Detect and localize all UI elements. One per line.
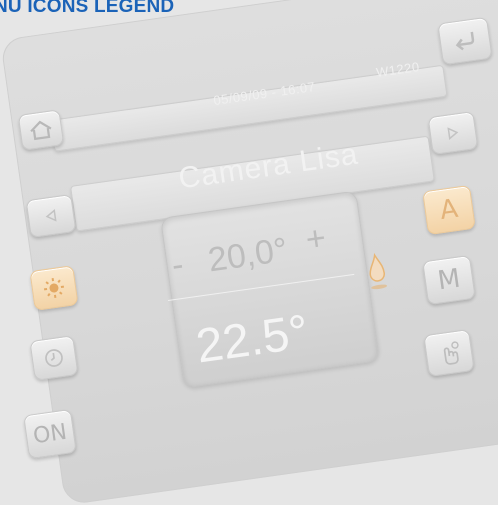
auto-mode-button[interactable]: A	[422, 185, 476, 235]
legend-title: NU ICONS LEGEND	[0, 0, 174, 18]
thermostat-screen: 05/09/09 - 16:07 W1220 Camera Lisa A	[0, 0, 498, 464]
back-button[interactable]	[437, 17, 492, 66]
override-button[interactable]	[423, 329, 474, 377]
on-button[interactable]: ON	[23, 409, 77, 459]
manual-mode-label: M	[436, 264, 462, 297]
comfort-mode-button[interactable]	[29, 265, 78, 311]
sun-icon	[42, 276, 67, 301]
hand-touch-icon	[434, 338, 463, 367]
triangle-left-icon	[43, 208, 59, 224]
auto-mode-label: A	[438, 194, 460, 226]
back-arrow-icon	[450, 28, 481, 54]
manual-mode-button[interactable]: M	[422, 255, 476, 305]
previous-room-button[interactable]	[26, 194, 77, 238]
timer-button[interactable]	[29, 335, 78, 381]
clock-icon	[42, 346, 67, 371]
next-room-button[interactable]	[428, 111, 479, 155]
triangle-right-icon	[445, 125, 461, 141]
on-label: ON	[32, 419, 69, 448]
home-icon	[27, 117, 56, 142]
home-button[interactable]	[18, 109, 65, 150]
